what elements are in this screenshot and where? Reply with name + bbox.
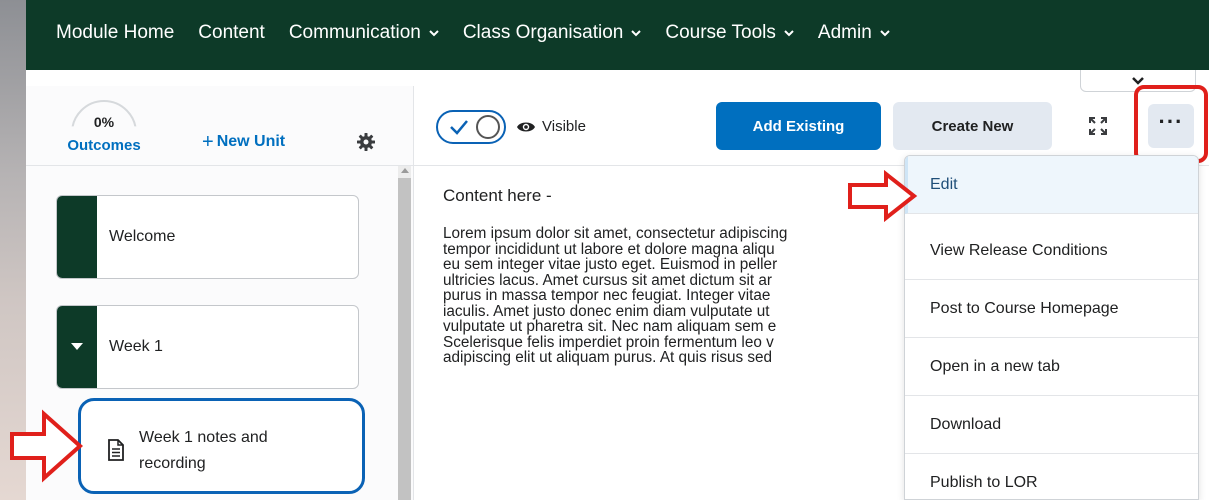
plus-icon: + — [202, 131, 214, 153]
unit-label: Week 1 — [109, 338, 163, 355]
content-line: eu sem integer vitae justo eget. Euismod… — [443, 256, 778, 273]
background-strip — [0, 0, 26, 500]
panel-header-divider — [26, 165, 414, 166]
new-unit-button[interactable]: + New Unit — [202, 131, 286, 153]
menu-item-post-to-course-homepage[interactable]: Post to Course Homepage — [905, 280, 1198, 338]
visibility-label: Visible — [542, 118, 586, 135]
content-line: Scelerisque felis imperdiet proin fermen… — [443, 333, 774, 351]
unit-card-week-1[interactable]: Week 1 — [56, 305, 359, 389]
fullscreen-icon[interactable] — [1088, 116, 1108, 136]
collapse-header-button[interactable] — [1080, 70, 1196, 92]
unit-card-welcome[interactable]: Welcome — [56, 195, 359, 279]
chevron-down-icon — [880, 30, 890, 37]
panel-divider — [413, 86, 414, 500]
content-body: Lorem ipsum dolor sit amet, consectetur … — [443, 226, 905, 366]
toggle-knob — [476, 115, 500, 139]
new-unit-label: New Unit — [216, 133, 286, 150]
outcomes-percent: 0% — [93, 114, 115, 130]
content-line: vulputate ut pharetra sit. Nec nam aliqu… — [443, 318, 777, 335]
unit-color-bar — [57, 196, 97, 278]
topic-week-1-notes[interactable]: Week 1 notes and recording — [78, 398, 365, 494]
nav-class-organisation[interactable]: Class Organisation — [463, 22, 642, 44]
nav-course-tools[interactable]: Course Tools — [665, 22, 794, 44]
toc-scrollbar-thumb[interactable] — [398, 178, 411, 500]
gear-icon[interactable] — [356, 132, 376, 152]
menu-item-publish-to-lor[interactable]: Publish to LOR — [905, 454, 1198, 499]
checkmark-icon — [450, 120, 468, 135]
nav-label: Class Organisation — [462, 22, 624, 43]
visibility-status: Visible — [516, 118, 586, 135]
outcomes-label: Outcomes — [67, 137, 141, 154]
content-line: ultricies lacus. Amet cursus sit amet di… — [443, 271, 772, 289]
nav-module-home[interactable]: Module Home — [56, 22, 174, 44]
chevron-down-icon — [1132, 76, 1144, 85]
progress-ring — [71, 100, 137, 127]
content-line: tempor incididunt ut labore et dolore ma… — [443, 240, 775, 258]
create-new-button[interactable]: Create New — [893, 102, 1052, 150]
nav-label: Course Tools — [665, 22, 776, 43]
visibility-toggle[interactable] — [436, 110, 506, 144]
topic-label: Week 1 notes and recording — [139, 429, 268, 472]
nav-label: Module Home — [56, 22, 175, 43]
nav-label: Admin — [817, 22, 872, 43]
document-icon — [108, 439, 124, 461]
more-actions-menu: Edit View Release Conditions Post to Cou… — [904, 155, 1199, 500]
eye-icon — [517, 122, 535, 131]
unit-label: Welcome — [109, 228, 176, 245]
nav-label: Content — [198, 22, 265, 43]
nav-label: Communication — [288, 22, 421, 43]
scroll-up-arrow-icon[interactable] — [401, 168, 409, 173]
menu-item-view-release-conditions[interactable]: View Release Conditions — [905, 222, 1198, 280]
more-dots-icon: ··· — [1158, 109, 1184, 134]
content-viewer: Content here - Lorem ipsum dolor sit ame… — [443, 186, 905, 426]
content-line: purus in massa tempor nec feugiat. Integ… — [443, 287, 771, 304]
chevron-down-icon — [784, 30, 794, 37]
nav-communication[interactable]: Communication — [289, 22, 439, 44]
content-line: Lorem ipsum dolor sit amet, consectetur … — [443, 225, 788, 242]
outcomes-progress[interactable]: 0% Outcomes — [60, 100, 148, 160]
menu-item-open-in-new-tab[interactable]: Open in a new tab — [905, 338, 1198, 396]
expand-caret-icon[interactable] — [71, 343, 83, 350]
chevron-down-icon — [631, 30, 642, 37]
menu-item-download[interactable]: Download — [905, 396, 1198, 454]
add-existing-button[interactable]: Add Existing — [716, 102, 881, 150]
content-line: iaculis. Amet justo donec enim diam vulp… — [443, 302, 770, 320]
more-actions-button[interactable]: ··· — [1148, 104, 1194, 148]
chevron-down-icon — [429, 30, 439, 37]
content-line: adipiscing elit ut aliquam purus. At qui… — [443, 349, 773, 366]
nav-admin[interactable]: Admin — [818, 22, 890, 44]
top-navbar: Module Home Content Communication Class … — [26, 0, 1209, 70]
nav-content[interactable]: Content — [198, 22, 265, 44]
menu-item-edit[interactable]: Edit — [905, 156, 1198, 214]
content-heading: Content here - — [443, 186, 552, 205]
